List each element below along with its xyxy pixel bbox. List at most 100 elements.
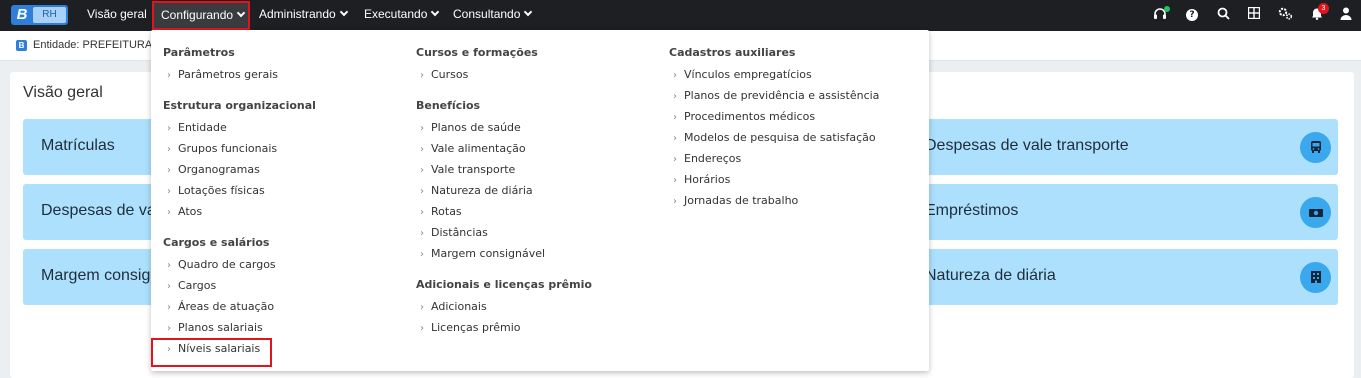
nav-consultando[interactable]: Consultando (453, 0, 533, 31)
group-title-estrutura: Estrutura organizacional (163, 99, 316, 112)
card-emprestimos[interactable]: Empréstimos (900, 184, 1338, 240)
menu-item-grupos-funcionais[interactable]: › Grupos funcionais (167, 142, 277, 155)
menu-item-cargos[interactable]: › Cargos (167, 279, 216, 292)
chevron-right-icon: › (673, 175, 677, 186)
entity-logo-icon: B (16, 40, 27, 51)
menu-item-cursos[interactable]: › Cursos (420, 68, 468, 81)
menu-item-lotacoes-fisicas[interactable]: › Lotações físicas (167, 184, 265, 197)
chevron-right-icon: › (167, 207, 171, 218)
card-margem-consignavel[interactable]: Margem consign (23, 249, 160, 305)
chevron-right-icon: › (673, 91, 677, 102)
chevron-right-icon: › (673, 112, 677, 123)
menu-item-procedimentos-medicos[interactable]: › Procedimentos médicos (673, 110, 815, 123)
apps-grid-icon[interactable] (1246, 6, 1262, 23)
chevron-right-icon: › (673, 196, 677, 207)
menu-item-label: Jornadas de trabalho (684, 194, 799, 207)
menu-item-label: Atos (178, 205, 203, 218)
nav-visao-geral-label: Visão geral (87, 7, 147, 21)
menu-item-label: Planos de saúde (431, 121, 521, 134)
menu-item-distancias[interactable]: › Distâncias (420, 226, 488, 239)
menu-item-label: Modelos de pesquisa de satisfação (684, 131, 876, 144)
nav-executando[interactable]: Executando (364, 0, 440, 31)
menu-item-rotas[interactable]: › Rotas (420, 205, 462, 218)
menu-item-label: Procedimentos médicos (684, 110, 816, 123)
configurando-dropdown: Parâmetros › Parâmetros gerais Estrutura … (151, 30, 929, 371)
chevron-down-icon (431, 7, 440, 17)
chevron-right-icon: › (420, 302, 424, 313)
menu-item-enderecos[interactable]: › Endereços (673, 152, 741, 165)
menu-item-adicionais[interactable]: › Adicionais (420, 300, 487, 313)
settings-icon[interactable] (1277, 7, 1293, 23)
nav-consultando-label: Consultando (453, 7, 521, 21)
menu-item-vinculos-empregaticios[interactable]: › Vínculos empregatícios (673, 68, 812, 81)
card-label: Despesas de val (41, 202, 160, 219)
menu-item-planos-salariais[interactable]: › Planos salariais (167, 321, 263, 334)
menu-item-licencas-premio[interactable]: › Licenças prêmio (420, 321, 521, 334)
menu-item-planos-de-saude[interactable]: › Planos de saúde (420, 121, 521, 134)
menu-item-label: Organogramas (178, 163, 260, 176)
card-matriculas[interactable]: Matrículas (23, 119, 158, 175)
nav-configurando-label: Configurando (161, 8, 234, 22)
chevron-right-icon: › (420, 207, 424, 218)
card-label: Margem consign (41, 267, 160, 284)
card-despesas-vale[interactable]: Despesas de val (23, 184, 160, 240)
app-logo[interactable]: B RH (11, 5, 68, 25)
search-icon[interactable] (1215, 7, 1231, 23)
group-title-cursos: Cursos e formações (416, 46, 538, 59)
chevron-right-icon: › (167, 302, 171, 313)
nav-visao-geral[interactable]: Visão geral (87, 0, 147, 31)
menu-item-parametros-gerais[interactable]: › Parâmetros gerais (167, 68, 278, 81)
menu-item-label: Quadro de cargos (178, 258, 276, 271)
menu-item-modelos-de-pesquisa[interactable]: › Modelos de pesquisa de satisfação (673, 131, 876, 144)
menu-item-atos[interactable]: › Atos (167, 205, 202, 218)
nav-administrando[interactable]: Administrando (259, 0, 348, 31)
menu-item-natureza-de-diaria[interactable]: › Natureza de diária (420, 184, 533, 197)
chevron-right-icon: › (167, 165, 171, 176)
chevron-right-icon: › (167, 281, 171, 292)
menu-item-label: Horários (684, 173, 731, 186)
group-title-cadastros-auxiliares: Cadastros auxiliares (669, 46, 796, 59)
help-icon[interactable]: ? (1186, 9, 1198, 21)
menu-item-entidade[interactable]: › Entidade (167, 121, 227, 134)
nav-configurando[interactable]: Configurando (152, 1, 250, 30)
menu-item-quadro-de-cargos[interactable]: › Quadro de cargos (167, 258, 276, 271)
chevron-right-icon: › (673, 70, 677, 81)
menu-item-vale-alimentacao[interactable]: › Vale alimentação (420, 142, 526, 155)
notification-count-badge: 3 (1318, 3, 1329, 14)
chevron-right-icon: › (420, 144, 424, 155)
bus-icon (1300, 132, 1331, 163)
nav-administrando-label: Administrando (259, 7, 336, 21)
menu-item-margem-consignavel[interactable]: › Margem consignável (420, 247, 545, 260)
menu-item-label: Adicionais (431, 300, 487, 313)
menu-item-horarios[interactable]: › Horários (673, 173, 730, 186)
menu-item-label: Planos de previdência e assistência (684, 89, 880, 102)
menu-item-label: Margem consignável (431, 247, 546, 260)
menu-item-label: Natureza de diária (431, 184, 533, 197)
money-icon (1300, 197, 1331, 228)
menu-item-label: Licenças prêmio (431, 321, 521, 334)
highlight-annotation (151, 338, 272, 367)
menu-item-label: Cargos (178, 279, 217, 292)
group-title-beneficios: Benefícios (416, 99, 481, 112)
menu-item-vale-transporte[interactable]: › Vale transporte (420, 163, 515, 176)
menu-item-areas-de-atuacao[interactable]: › Áreas de atuação (167, 300, 274, 313)
menu-item-jornadas-de-trabalho[interactable]: › Jornadas de trabalho (673, 194, 798, 207)
menu-item-label: Vínculos empregatícios (684, 68, 812, 81)
menu-item-label: Planos salariais (178, 321, 263, 334)
menu-item-organogramas[interactable]: › Organogramas (167, 163, 260, 176)
entity-label[interactable]: Entidade: PREFEITURA D (33, 39, 163, 51)
logo-letter: B (16, 6, 28, 23)
chevron-right-icon: › (167, 260, 171, 271)
building-icon (1300, 262, 1331, 293)
chevron-down-icon (339, 7, 348, 17)
menu-item-label: Grupos funcionais (178, 142, 278, 155)
chevron-right-icon: › (420, 165, 424, 176)
top-navbar: B RH Visão geral Configurando Administra… (0, 0, 1361, 31)
chevron-right-icon: › (167, 323, 171, 334)
menu-item-planos-de-previdencia[interactable]: › Planos de previdência e assistência (673, 89, 879, 102)
chevron-right-icon: › (167, 123, 171, 134)
card-despesas-vale-transporte[interactable]: Despesas de vale transporte (900, 119, 1338, 175)
card-natureza-diaria[interactable]: Natureza de diária (900, 249, 1338, 305)
user-icon[interactable] (1338, 7, 1354, 23)
chevron-right-icon: › (673, 154, 677, 165)
